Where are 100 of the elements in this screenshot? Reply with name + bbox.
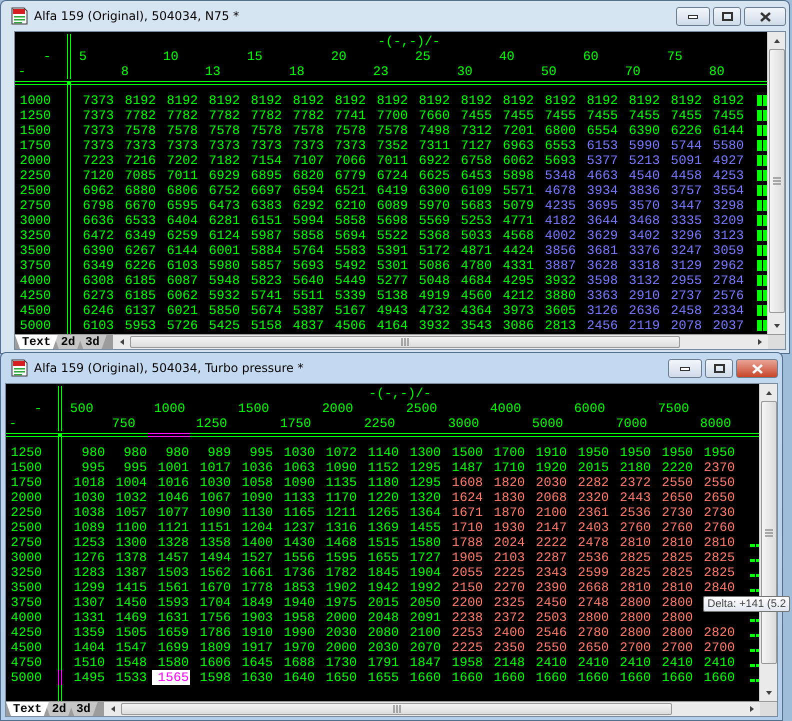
column-header[interactable]: 1000 — [148, 401, 186, 416]
column-header[interactable]: 3000 — [442, 416, 480, 431]
table-cell-text: 6595 — [166, 198, 199, 213]
table-cell-text: 2037 — [712, 318, 745, 333]
table-cell-text: 1503 — [156, 565, 190, 580]
column-header[interactable]: 2250 — [358, 416, 396, 431]
table-cell-text: 1001 — [156, 460, 190, 475]
column-header[interactable]: 20 — [325, 49, 347, 64]
column-header[interactable]: 10 — [157, 49, 179, 64]
vertical-scrollbar[interactable] — [767, 32, 785, 334]
table-cell-text: 5158 — [250, 318, 283, 333]
column-header[interactable]: 1500 — [232, 401, 270, 416]
column-header[interactable]: 25 — [409, 49, 431, 64]
table-cell-text: 1660 — [450, 670, 484, 685]
column-header[interactable]: 60 — [577, 49, 599, 64]
column-header[interactable]: 7500 — [652, 401, 690, 416]
table-cell-text: 1870 — [492, 505, 526, 520]
column-header[interactable]: 1750 — [274, 416, 312, 431]
table-cell-text: 2825 — [660, 550, 694, 565]
column-header[interactable]: 5 — [73, 49, 87, 64]
scrollbar-thumb[interactable] — [121, 703, 672, 715]
table-cell-text: 1533 — [114, 670, 148, 685]
view-tab[interactable]: Text — [6, 702, 49, 716]
column-header[interactable]: 40 — [493, 49, 515, 64]
scrollbar-thumb[interactable] — [130, 336, 680, 348]
table-cell-text: 5301 — [376, 258, 409, 273]
table-cell-text: 2800 — [660, 595, 694, 610]
table-cell-text: 2536 — [618, 505, 652, 520]
column-header[interactable]: 80 — [703, 64, 725, 79]
column-header[interactable]: 6000 — [568, 401, 606, 416]
table-cell-text: 5492 — [334, 258, 367, 273]
table-cell-text: 3598 — [586, 273, 619, 288]
table-cell-text: 2222 — [534, 535, 568, 550]
row-header: 4750 — [10, 655, 42, 670]
column-header[interactable]: 2000 — [316, 401, 354, 416]
table-cell-text: 7741 — [334, 108, 367, 123]
column-header[interactable]: 1250 — [190, 416, 228, 431]
table-cell-text: 1942 — [366, 580, 400, 595]
maximize-button[interactable] — [705, 359, 733, 378]
column-header[interactable]: 750 — [106, 416, 136, 431]
view-tab[interactable]: Text — [15, 335, 58, 349]
column-header[interactable]: 18 — [283, 64, 305, 79]
table-cell-text: 7373 — [82, 93, 115, 108]
table-cell-text: 2700 — [660, 640, 694, 655]
column-header[interactable]: 23 — [367, 64, 389, 79]
table-cell-text: 6554 — [586, 123, 619, 138]
column-header[interactable]: 2500 — [400, 401, 438, 416]
table-cell-text: 3932 — [418, 318, 451, 333]
close-button[interactable] — [744, 7, 786, 26]
table-cell-text: 2080 — [366, 625, 400, 640]
table-cell-text: 6670 — [124, 198, 157, 213]
table-cell-text: 6185 — [124, 288, 157, 303]
minimize-button[interactable] — [676, 7, 710, 26]
column-header[interactable]: 5000 — [526, 416, 564, 431]
table-cell-text: 2410 — [576, 655, 610, 670]
column-header[interactable]: 75 — [661, 49, 683, 64]
view-tab[interactable]: 3d — [69, 702, 98, 716]
horizontal-scrollbar[interactable] — [104, 702, 760, 716]
column-header[interactable]: 50 — [535, 64, 557, 79]
table-cell-text: 1917 — [240, 640, 274, 655]
table-cell-text: 5172 — [418, 243, 451, 258]
table-cell-text: 1650 — [324, 670, 358, 685]
column-header[interactable]: 8 — [115, 64, 129, 79]
minimize-button[interactable] — [668, 359, 702, 378]
table-cell-text: 1295 — [408, 460, 442, 475]
table-cell-text: 7312 — [460, 123, 493, 138]
column-header[interactable]: 30 — [451, 64, 473, 79]
column-header[interactable]: 4000 — [484, 401, 522, 416]
table-cell-text: 6349 — [82, 258, 115, 273]
table-cell-text: 2410 — [534, 655, 568, 670]
view-tab[interactable]: 3d — [78, 335, 107, 349]
table-cell-text: 1450 — [114, 595, 148, 610]
table-cell-text: 1364 — [408, 505, 442, 520]
table-cell-text: 5277 — [376, 273, 409, 288]
table-cell-text: 1283 — [72, 565, 106, 580]
column-header[interactable]: 15 — [241, 49, 263, 64]
column-header[interactable]: 7000 — [610, 416, 648, 431]
table-cell-text: 1704 — [198, 595, 232, 610]
table-cell-text: 2443 — [618, 490, 652, 505]
column-header[interactable]: 70 — [619, 64, 641, 79]
column-header[interactable]: 13 — [199, 64, 221, 79]
table-cell-text: 1655 — [366, 670, 400, 685]
table-cell-text: 2180 — [618, 460, 652, 475]
table-cell-text: 2015 — [576, 460, 610, 475]
table-cell-text: 1910 — [240, 625, 274, 640]
table-cell-text: 8192 — [628, 93, 661, 108]
column-header[interactable]: 500 — [64, 401, 94, 416]
table-cell-text: 6553 — [544, 138, 577, 153]
maximize-button[interactable] — [713, 7, 741, 26]
column-header[interactable]: 8000 — [694, 416, 732, 431]
table-cell-text: 2000 — [324, 640, 358, 655]
table-cell-text: 1593 — [156, 595, 190, 610]
table-cell-text: 980 — [80, 445, 106, 460]
table-cell-text: 1018 — [72, 475, 106, 490]
table-cell-text: 6144 — [712, 123, 745, 138]
corner-label: - — [43, 49, 51, 64]
table-cell-text: 2760 — [660, 520, 694, 535]
horizontal-scrollbar[interactable] — [113, 335, 768, 349]
scrollbar-thumb[interactable] — [768, 49, 784, 313]
table-cell-text: 1700 — [492, 445, 526, 460]
